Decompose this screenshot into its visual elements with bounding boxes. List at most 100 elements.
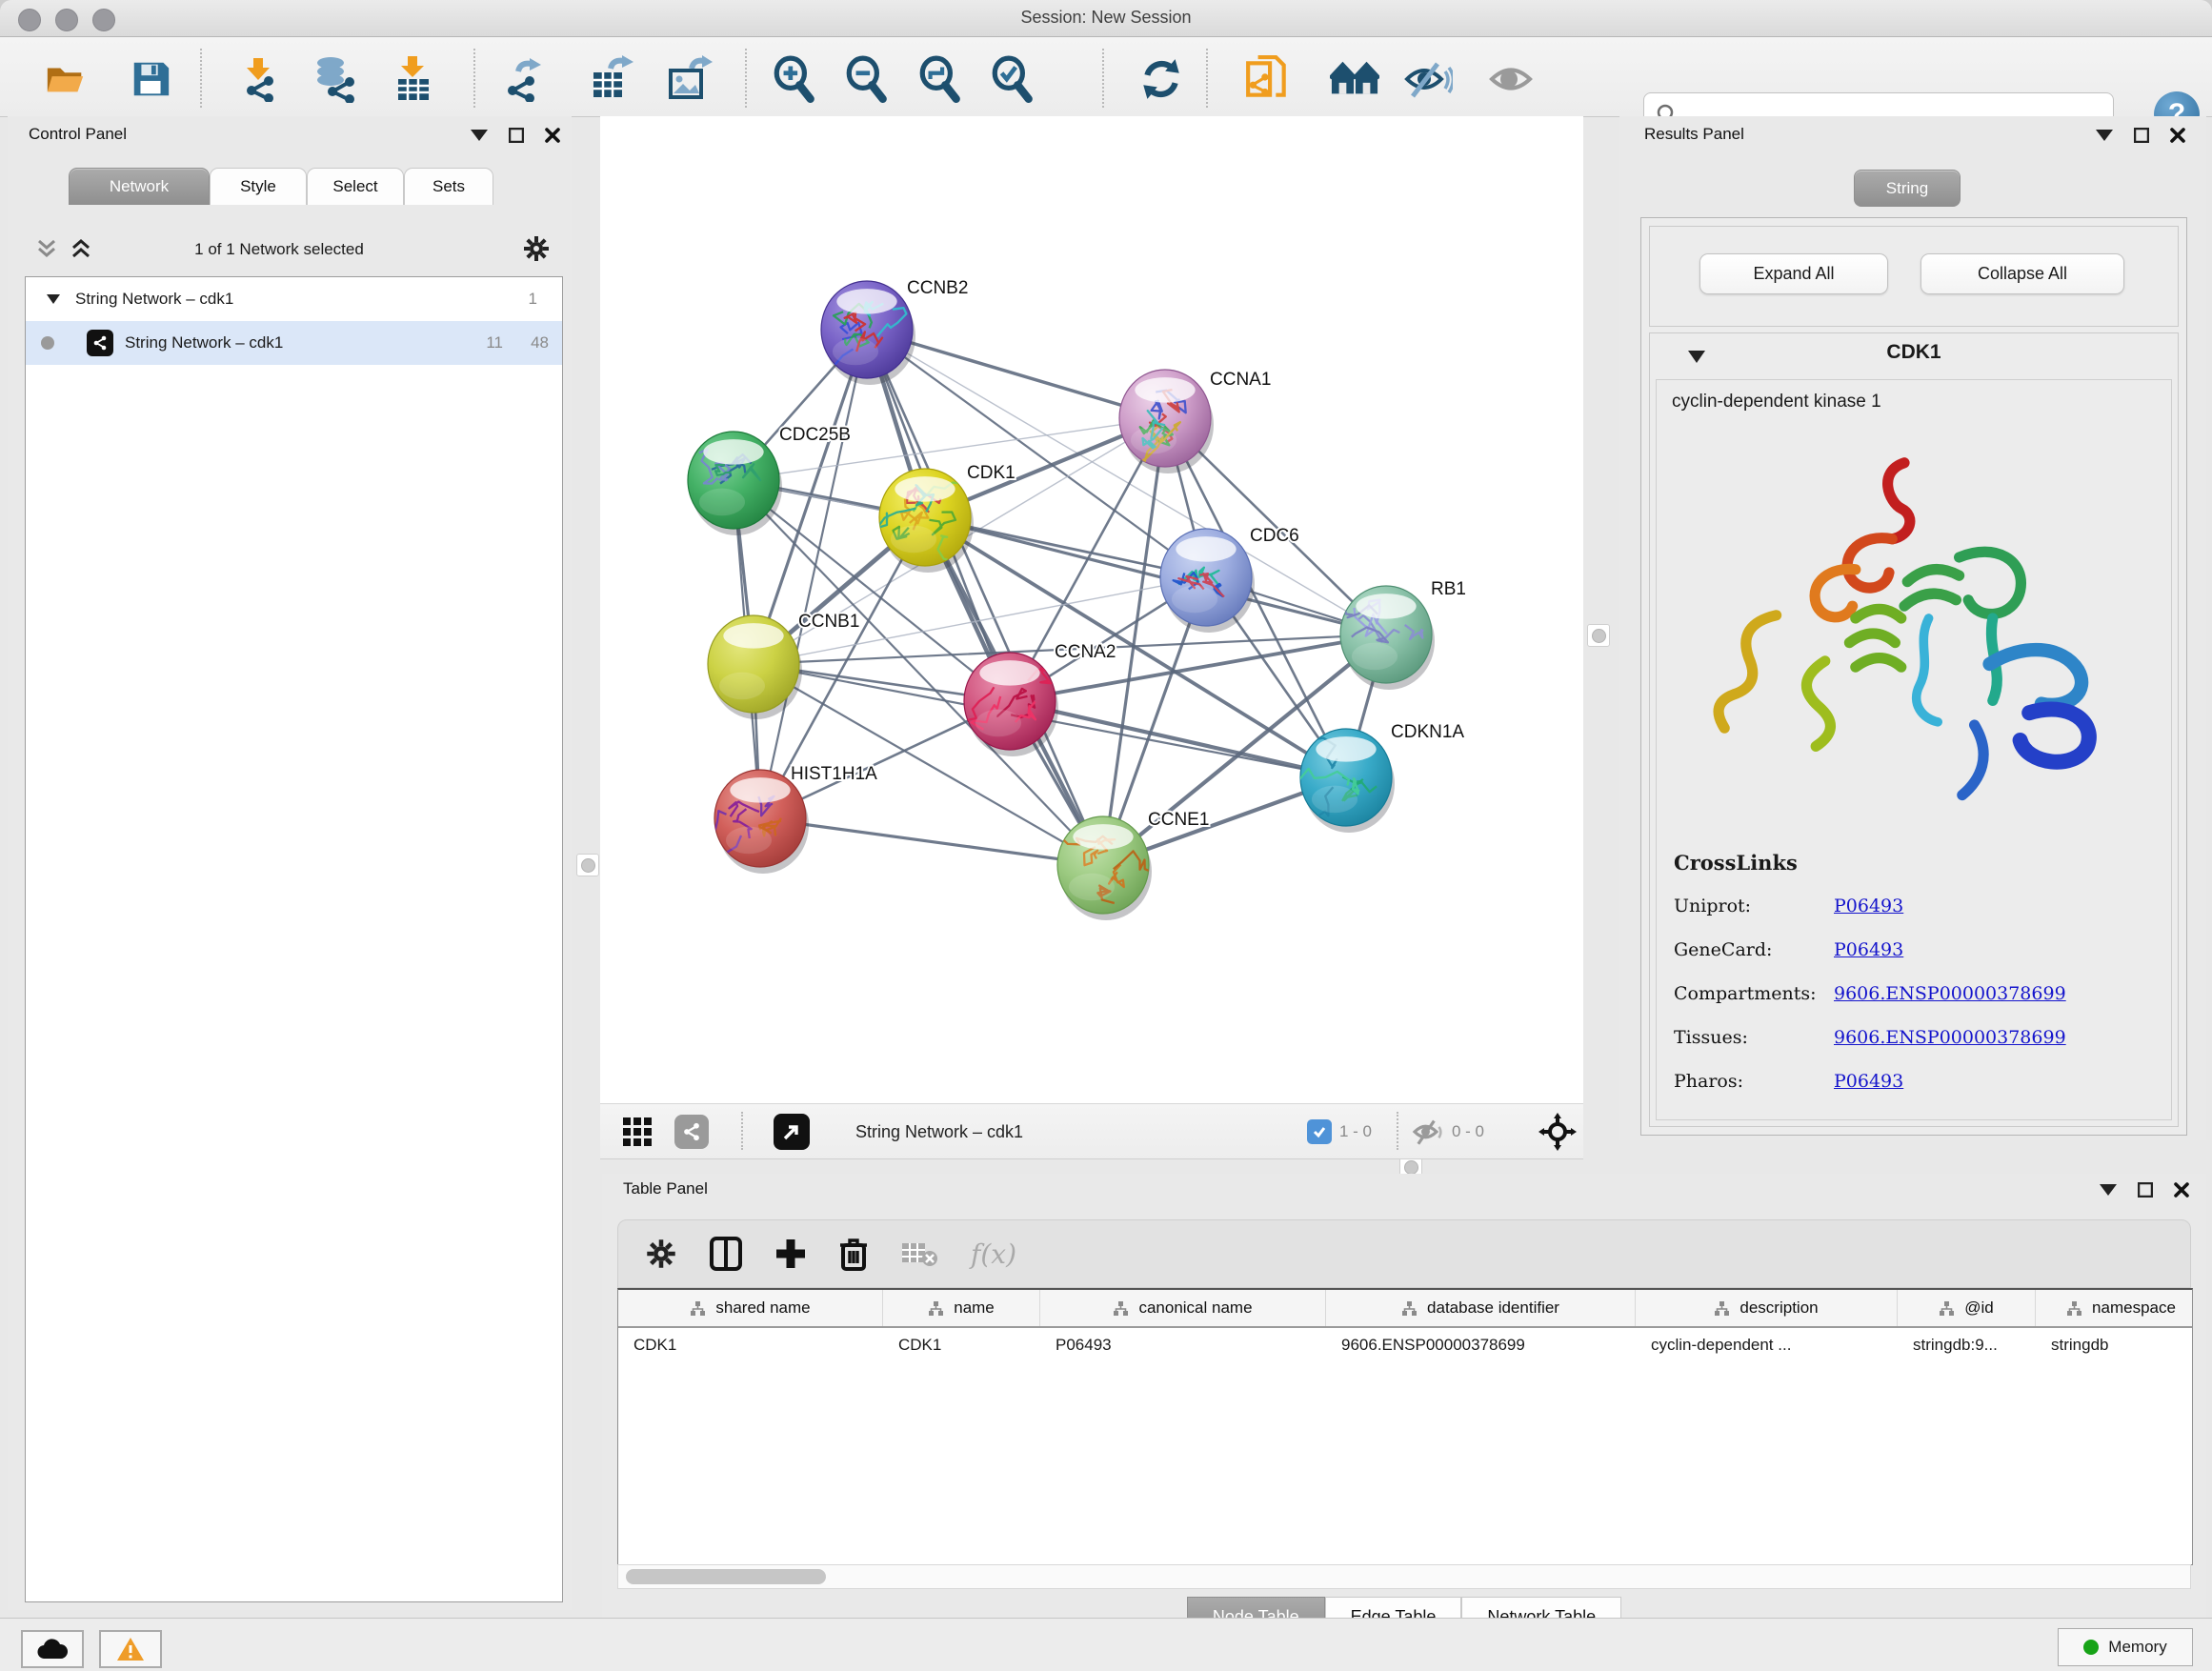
function-builder-button[interactable]: f(x) bbox=[971, 1238, 1016, 1270]
node-CDKN1A[interactable] bbox=[1294, 729, 1395, 833]
tab-select[interactable]: Select bbox=[307, 168, 404, 205]
selected-nodes-indicator[interactable]: 1 - 0 bbox=[1307, 1114, 1372, 1150]
scrollbar-thumb[interactable] bbox=[626, 1569, 826, 1584]
zoom-out-button[interactable] bbox=[842, 54, 892, 104]
collapse-all-button[interactable]: Collapse All bbox=[1920, 253, 2124, 294]
hidden-nodes-indicator[interactable]: 0 - 0 bbox=[1412, 1114, 1484, 1150]
table-cell[interactable]: stringdb:9... bbox=[1898, 1328, 2036, 1362]
node-CCNA2[interactable] bbox=[962, 653, 1058, 756]
node-table[interactable]: shared namenamecanonical namedatabase id… bbox=[617, 1288, 2193, 1565]
zoom-selected-button[interactable] bbox=[988, 54, 1037, 104]
open-view-button[interactable] bbox=[774, 1114, 810, 1150]
node-CDC25B[interactable] bbox=[688, 432, 782, 535]
table-horizontal-scrollbar[interactable] bbox=[617, 1564, 2191, 1589]
table-cell[interactable]: CDK1 bbox=[883, 1328, 1040, 1362]
node-RB1[interactable] bbox=[1340, 586, 1435, 690]
control-panel-controls bbox=[471, 128, 560, 143]
collapse-panel-icon[interactable] bbox=[471, 130, 488, 141]
warnings-button[interactable] bbox=[99, 1630, 162, 1668]
export-table-button[interactable] bbox=[587, 54, 636, 104]
results-panel-controls bbox=[2096, 128, 2185, 143]
expand-all-button[interactable]: Expand All bbox=[1699, 253, 1888, 294]
import-network-database-button[interactable] bbox=[311, 54, 360, 104]
column-header-description[interactable]: description bbox=[1636, 1290, 1898, 1326]
show-columns-icon[interactable] bbox=[710, 1237, 742, 1271]
table-cell[interactable]: CDK1 bbox=[618, 1328, 883, 1362]
crosslink-link[interactable]: 9606.ENSP00000378699 bbox=[1834, 1027, 2066, 1048]
database-import-icon bbox=[312, 55, 359, 103]
crosslink-link[interactable]: 9606.ENSP00000378699 bbox=[1834, 983, 2066, 1004]
float-panel-icon[interactable] bbox=[2138, 1182, 2153, 1198]
pan-mode-button[interactable] bbox=[1538, 1114, 1577, 1150]
string-results-box: Expand All Collapse All CDK1 cyclin-depe… bbox=[1640, 217, 2187, 1136]
node-CDC6[interactable] bbox=[1160, 529, 1255, 633]
node-CCNA1[interactable] bbox=[1119, 370, 1214, 473]
memory-button[interactable]: Memory bbox=[2058, 1628, 2193, 1666]
node-HIST1H1A[interactable] bbox=[714, 770, 809, 874]
column-header-name[interactable]: name bbox=[883, 1290, 1040, 1326]
vertical-splitter-grip[interactable] bbox=[1587, 624, 1610, 647]
delete-table-icon[interactable] bbox=[900, 1239, 938, 1268]
node-CDK1[interactable] bbox=[877, 469, 975, 573]
tab-style[interactable]: Style bbox=[210, 168, 307, 205]
add-column-icon[interactable] bbox=[774, 1238, 807, 1270]
export-image-button[interactable] bbox=[664, 54, 714, 104]
column-header-canonicalname[interactable]: canonical name bbox=[1040, 1290, 1326, 1326]
table-options-gear-icon[interactable] bbox=[645, 1238, 677, 1270]
export-network-button[interactable] bbox=[499, 54, 549, 104]
crosslink-link[interactable]: P06493 bbox=[1834, 896, 1903, 916]
birds-eye-view-button[interactable] bbox=[621, 1114, 654, 1150]
column-type-icon bbox=[690, 1300, 706, 1317]
tab-sets[interactable]: Sets bbox=[404, 168, 493, 205]
crosslink-link[interactable]: P06493 bbox=[1834, 939, 1903, 960]
table-cell[interactable]: cyclin-dependent ... bbox=[1636, 1328, 1898, 1362]
edge-HIST1H1A-CCNE1[interactable] bbox=[760, 818, 1103, 865]
delete-column-icon[interactable] bbox=[839, 1237, 868, 1271]
node-CCNB1[interactable] bbox=[708, 615, 802, 719]
refresh-button[interactable] bbox=[1136, 54, 1186, 104]
column-header-namespace[interactable]: namespace bbox=[2036, 1290, 2193, 1326]
string-home-button[interactable] bbox=[1330, 54, 1379, 104]
column-type-icon bbox=[1939, 1300, 1955, 1317]
node-label-CDC6: CDC6 bbox=[1250, 526, 1299, 546]
table-cell[interactable]: stringdb bbox=[2036, 1328, 2193, 1362]
table-cell[interactable]: 9606.ENSP00000378699 bbox=[1326, 1328, 1636, 1362]
import-network-file-button[interactable] bbox=[232, 54, 282, 104]
collapse-panel-icon[interactable] bbox=[2100, 1184, 2117, 1196]
title-bar: Session: New Session bbox=[0, 0, 2212, 37]
table-cell[interactable]: P06493 bbox=[1040, 1328, 1326, 1362]
import-table-button[interactable] bbox=[389, 54, 438, 104]
network-collection-row[interactable]: String Network – cdk1 1 bbox=[26, 277, 562, 321]
open-session-button[interactable] bbox=[41, 54, 90, 104]
string-view-button[interactable] bbox=[674, 1114, 709, 1150]
save-session-button[interactable] bbox=[126, 54, 175, 104]
crosslink-link[interactable]: P06493 bbox=[1834, 1071, 1903, 1092]
close-panel-icon[interactable] bbox=[2174, 1182, 2189, 1198]
collapse-panel-icon[interactable] bbox=[2096, 130, 2113, 141]
tab-network[interactable]: Network bbox=[69, 168, 210, 205]
collapse-all-networks-button[interactable] bbox=[36, 238, 57, 264]
cloud-status-button[interactable] bbox=[21, 1630, 84, 1668]
column-header-id[interactable]: @id bbox=[1898, 1290, 2036, 1326]
table-row[interactable]: CDK1CDK1P064939606.ENSP00000378699cyclin… bbox=[618, 1328, 2192, 1362]
close-panel-icon[interactable] bbox=[2170, 128, 2185, 143]
node-CCNB2[interactable] bbox=[811, 281, 916, 385]
expand-all-networks-button[interactable] bbox=[70, 238, 91, 264]
vertical-splitter-grip[interactable] bbox=[576, 854, 599, 876]
new-network-from-selection-button[interactable] bbox=[1243, 54, 1293, 104]
zoom-fit-button[interactable] bbox=[915, 54, 965, 104]
show-all-button[interactable] bbox=[1487, 54, 1537, 104]
network-canvas[interactable]: CCNB2CCNA1CDC25BCDK1CDC6RB1CCNB1CCNA2CDK… bbox=[600, 116, 1583, 1103]
hide-selected-button[interactable] bbox=[1403, 54, 1453, 104]
protein-structure-image bbox=[1676, 433, 2133, 834]
network-row[interactable]: String Network – cdk1 11 48 bbox=[26, 321, 562, 365]
zoom-in-button[interactable] bbox=[770, 54, 819, 104]
column-header-databaseidentifier[interactable]: database identifier bbox=[1326, 1290, 1636, 1326]
float-panel-icon[interactable] bbox=[509, 128, 524, 143]
close-panel-icon[interactable] bbox=[545, 128, 560, 143]
crosslink-label: Pharos: bbox=[1674, 1071, 1834, 1092]
float-panel-icon[interactable] bbox=[2134, 128, 2149, 143]
network-options-button[interactable] bbox=[522, 234, 551, 268]
column-header-sharedname[interactable]: shared name bbox=[618, 1290, 883, 1326]
tab-string[interactable]: String bbox=[1854, 170, 1961, 207]
